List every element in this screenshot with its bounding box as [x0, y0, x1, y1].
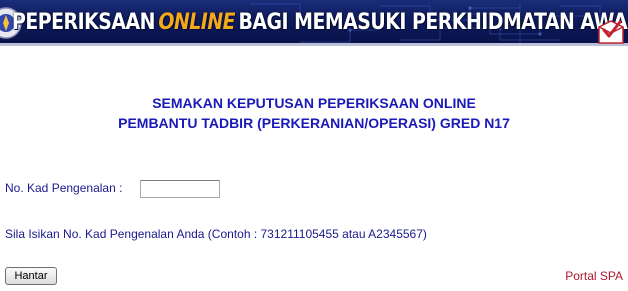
banner-title: PEPERIKSAAN ONLINE BAGI MEMASUKI PERKHIDMA…: [12, 6, 628, 40]
page-title-line2: PEMBANTU TADBIR (PERKERANIAN/OPERASI) GR…: [118, 115, 510, 131]
ballot-box-checkmark-icon: [598, 20, 624, 44]
page-title: SEMAKAN KEPUTUSAN PEPERIKSAAN ONLINE PEM…: [0, 93, 628, 133]
page: PEPERIKSAAN ONLINE BAGI MEMASUKI PERKHIDMA…: [0, 0, 628, 291]
submit-button[interactable]: Hantar: [5, 267, 57, 285]
banner-title-part2: BAGI MEMASUKI PERKHIDMATAN AWAM: [238, 10, 628, 35]
portal-spa-link[interactable]: Portal SPA: [565, 268, 623, 284]
ic-number-input[interactable]: [140, 180, 220, 198]
ic-number-hint: Sila Isikan No. Kad Pengenalan Anda (Con…: [5, 227, 427, 241]
ic-number-label: No. Kad Pengenalan :: [5, 181, 123, 195]
header-banner: PEPERIKSAAN ONLINE BAGI MEMASUKI PERKHIDMA…: [0, 0, 628, 46]
banner-title-highlight: ONLINE: [158, 10, 236, 35]
page-title-line1: SEMAKAN KEPUTUSAN PEPERIKSAAN ONLINE: [152, 95, 476, 111]
banner-title-part1: PEPERIKSAAN: [12, 10, 155, 35]
